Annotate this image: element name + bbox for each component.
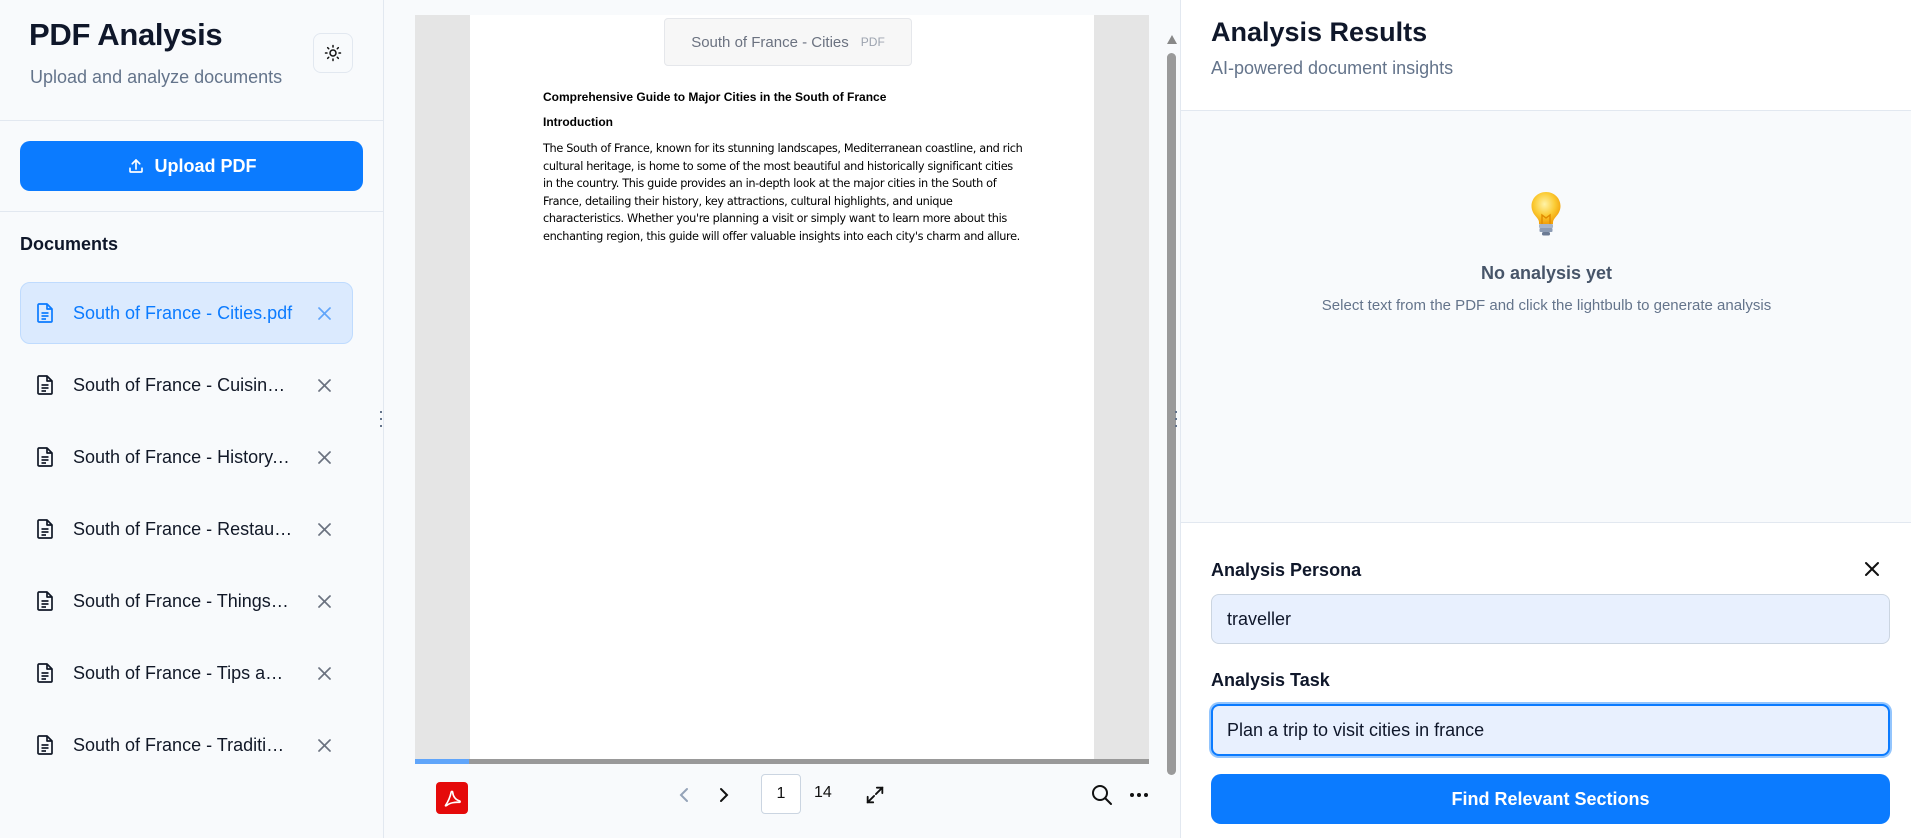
upload-section: Upload PDF — [0, 121, 383, 212]
find-relevant-sections-button[interactable]: Find Relevant Sections — [1211, 774, 1890, 824]
pdf-canvas-area: South of France - Cities PDF Comprehensi… — [415, 15, 1177, 775]
file-text-icon — [37, 303, 55, 323]
page-number-input[interactable]: 1 — [761, 774, 801, 814]
persona-label: Analysis Persona — [1211, 560, 1362, 580]
task-label: Analysis Task — [1211, 670, 1330, 690]
next-page-icon[interactable] — [717, 787, 731, 803]
lightbulb-icon — [1531, 192, 1561, 236]
theme-toggle-button[interactable] — [313, 33, 353, 73]
remove-document-icon[interactable] — [316, 593, 332, 609]
scroll-up-icon[interactable] — [1167, 35, 1177, 44]
pdf-toolbar: 1 14 — [415, 764, 1149, 834]
file-text-icon — [37, 519, 55, 539]
search-icon[interactable] — [1090, 783, 1114, 807]
upload-pdf-label: Upload PDF — [154, 155, 257, 176]
pdf-body-text: The South of France, known for its stunn… — [543, 142, 1023, 243]
sidebar-header: PDF Analysis Upload and analyze document… — [0, 0, 383, 121]
pdf-file-name: South of France - Cities — [691, 33, 849, 51]
remove-document-icon[interactable] — [316, 521, 332, 537]
document-label: South of France - Restaurants and Hotels… — [73, 518, 293, 539]
app-subtitle: Upload and analyze documents — [30, 67, 283, 87]
document-item[interactable]: South of France - Cities.pdf — [20, 282, 353, 344]
pdf-heading: Comprehensive Guide to Major Cities in t… — [543, 90, 887, 104]
document-label: South of France - History.pdf — [73, 446, 293, 467]
more-options-icon[interactable] — [1129, 792, 1149, 798]
document-label: South of France - Traditions and Culture… — [73, 734, 293, 755]
document-item[interactable]: South of France - Restaurants and Hotels… — [20, 498, 353, 560]
documents-heading: Documents — [20, 234, 119, 254]
empty-state-title: No analysis yet — [1480, 263, 1613, 283]
document-label: South of France - Cities.pdf — [73, 302, 293, 323]
pdf-file-tag: South of France - Cities PDF — [664, 18, 912, 66]
upload-icon — [128, 159, 143, 173]
document-label: South of France - Cuisine.pdf — [73, 374, 293, 395]
remove-document-icon[interactable] — [316, 737, 332, 753]
analysis-form: Analysis Persona Analysis Task Find Rele… — [1181, 524, 1911, 838]
app-title: PDF Analysis — [29, 17, 223, 52]
sidebar: PDF Analysis Upload and analyze document… — [0, 0, 384, 838]
analysis-panel: Analysis Results AI-powered document ins… — [1180, 0, 1911, 838]
document-item[interactable]: South of France - Traditions and Culture… — [20, 714, 353, 776]
document-item[interactable]: South of France - Things to Do.pdf — [20, 570, 353, 632]
document-label: South of France - Things to Do.pdf — [73, 590, 293, 611]
persona-input[interactable] — [1211, 594, 1890, 644]
remove-document-icon[interactable] — [316, 665, 332, 681]
document-list: South of France - Cities.pdf South of Fra… — [20, 282, 353, 786]
task-input[interactable] — [1211, 704, 1890, 756]
document-item[interactable]: South of France - History.pdf — [20, 426, 353, 488]
analysis-title: Analysis Results — [1211, 17, 1428, 47]
previous-page-icon[interactable] — [678, 787, 692, 803]
document-item[interactable]: South of France - Tips and Tricks.pdf — [20, 642, 353, 704]
pdf-section-title: Introduction — [543, 115, 613, 129]
analysis-subtitle: AI-powered document insights — [1211, 58, 1454, 78]
analysis-empty-state: No analysis yet Select text from the PDF… — [1181, 111, 1911, 523]
upload-pdf-button[interactable]: Upload PDF — [20, 141, 363, 191]
fullscreen-icon[interactable] — [864, 784, 886, 806]
remove-document-icon[interactable] — [316, 377, 332, 393]
page-total: 14 — [814, 784, 832, 801]
close-icon[interactable] — [1864, 561, 1880, 577]
file-text-icon — [37, 591, 55, 611]
document-item[interactable]: South of France - Cuisine.pdf — [20, 354, 353, 416]
pdf-vertical-scrollbar[interactable] — [1164, 33, 1178, 778]
file-text-icon — [37, 375, 55, 395]
empty-state-description: Select text from the PDF and click the l… — [1321, 297, 1772, 314]
analysis-header: Analysis Results AI-powered document ins… — [1181, 0, 1911, 111]
remove-document-icon[interactable] — [316, 449, 332, 465]
document-label: South of France - Tips and Tricks.pdf — [73, 662, 293, 683]
remove-document-icon[interactable] — [316, 305, 332, 321]
pdf-viewer: South of France - Cities PDF Comprehensi… — [385, 0, 1179, 838]
file-text-icon — [37, 447, 55, 467]
pdf-file-type: PDF — [860, 35, 885, 49]
sun-icon — [324, 44, 342, 62]
file-text-icon — [37, 735, 55, 755]
file-text-icon — [37, 663, 55, 683]
acrobat-logo-icon — [436, 782, 468, 814]
pdf-page: South of France - Cities PDF Comprehensi… — [470, 15, 1094, 759]
